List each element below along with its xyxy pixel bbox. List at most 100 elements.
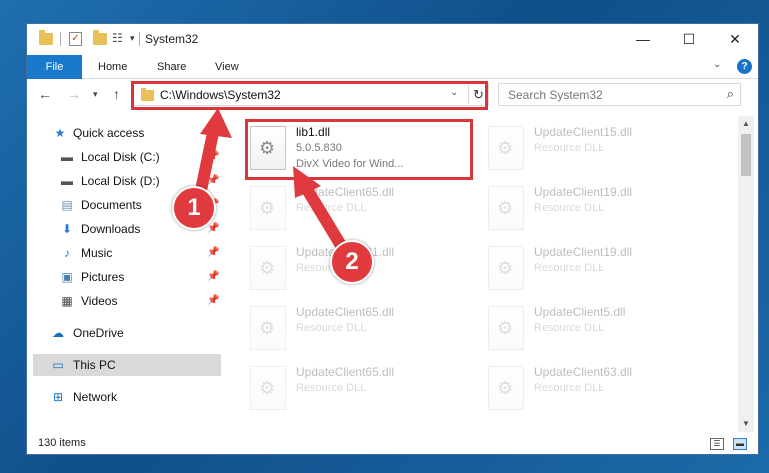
sidebar-item-quick-access[interactable]: ★ Quick access <box>27 122 222 144</box>
help-icon[interactable]: ? <box>737 59 752 74</box>
sidebar-item-network[interactable]: ⊞ Network <box>27 386 222 408</box>
dll-file-icon: ⚙ <box>250 186 286 230</box>
search-placeholder: Search System32 <box>508 88 603 102</box>
file-item[interactable]: ⚙ UpdateClient65.dll Resource DLL <box>246 302 478 362</box>
dll-file-icon: ⚙ <box>488 246 524 290</box>
properties-check-icon[interactable]: ✓ <box>69 32 82 46</box>
search-icon[interactable]: ⌕ <box>727 86 734 102</box>
pin-icon[interactable]: 📌 <box>207 242 219 264</box>
sidebar-item-label: Network <box>73 390 118 404</box>
title-bar: ✓ ☷ ▾ System32 — ☐ ✕ <box>27 24 758 55</box>
tab-view[interactable]: View <box>215 55 239 79</box>
dll-file-icon: ⚙ <box>488 306 524 350</box>
sidebar-item-local-disk-c[interactable]: ▬ Local Disk (C:) 📌 <box>27 146 222 168</box>
dll-file-icon: ⚙ <box>488 366 524 410</box>
item-count: 130 items <box>38 437 86 449</box>
file-item[interactable]: ⚙ UpdateClient15.dll Resource DLL <box>484 122 716 182</box>
gear-icon: ⚙ <box>497 138 514 158</box>
gear-icon: ⚙ <box>497 198 514 218</box>
file-type: Resource DLL <box>296 382 367 394</box>
file-type: Resource DLL <box>534 322 605 334</box>
file-name: UpdateClient19.dll <box>534 185 633 199</box>
file-name: UpdateClient5.dll <box>534 305 626 319</box>
video-icon: ▦ <box>61 294 73 308</box>
sidebar-item-onedrive[interactable]: ☁ OneDrive <box>27 322 222 344</box>
tab-share[interactable]: Share <box>157 55 186 79</box>
vertical-scrollbar[interactable]: ▲ ▼ <box>738 116 754 432</box>
recent-locations-chevron-icon[interactable]: ▾ <box>93 89 98 100</box>
sidebar-item-this-pc[interactable]: ▭ This PC <box>33 354 221 376</box>
toolbar-separator <box>139 32 140 46</box>
file-item[interactable]: ⚙ UpdateClient65.dll Resource DLL <box>246 362 478 422</box>
pin-icon[interactable]: 📌 <box>207 290 219 312</box>
scroll-down-arrow-icon[interactable]: ▼ <box>738 416 754 432</box>
folder-icon <box>39 30 53 45</box>
up-arrow-icon[interactable]: ↑ <box>113 86 120 102</box>
step-1-badge: 1 <box>172 186 216 230</box>
large-icons-view-icon[interactable]: ▬ <box>733 438 747 450</box>
navigation-pane: ★ Quick access ▬ Local Disk (C:) 📌 ▬ Loc… <box>27 116 222 432</box>
star-icon: ★ <box>54 126 66 140</box>
pin-icon[interactable]: 📌 <box>207 146 219 168</box>
maximize-button[interactable]: ☐ <box>666 24 712 55</box>
sidebar-item-label: Quick access <box>73 126 145 140</box>
sidebar-item-videos[interactable]: ▦ Videos 📌 <box>27 290 222 312</box>
pin-icon[interactable]: 📌 <box>207 170 219 192</box>
toolbar-separator <box>60 32 61 46</box>
status-bar: 130 items ☰ ▬ <box>27 433 758 454</box>
sidebar-item-music[interactable]: ♪ Music 📌 <box>27 242 222 264</box>
drive-icon: ▬ <box>61 174 73 188</box>
gear-icon: ⚙ <box>259 198 276 218</box>
drive-icon: ▬ <box>61 150 73 164</box>
file-name: UpdateClient19.dll <box>534 245 633 259</box>
file-type: Resource DLL <box>534 382 605 394</box>
dll-file-icon: ⚙ <box>250 306 286 350</box>
tab-file[interactable]: File <box>27 55 82 79</box>
file-name: UpdateClient15.dll <box>534 125 633 139</box>
file-name: UpdateClient65.dll <box>296 185 395 199</box>
dll-file-icon: ⚙ <box>488 126 524 170</box>
minimize-button[interactable]: — <box>620 24 666 55</box>
customize-toolbar-chevron-icon[interactable]: ▾ <box>130 33 135 44</box>
sidebar-item-label: Videos <box>81 294 118 308</box>
close-button[interactable]: ✕ <box>712 24 758 55</box>
sidebar-item-label: Music <box>81 246 113 260</box>
pin-icon[interactable]: 📌 <box>207 266 219 288</box>
sidebar-item-label: Local Disk (C:) <box>81 150 160 164</box>
file-item[interactable]: ⚙ UpdateClient19.dll Resource DLL <box>484 242 716 302</box>
back-arrow-icon[interactable]: ← <box>38 86 52 102</box>
file-name: UpdateClient65.dll <box>296 305 395 319</box>
tab-home[interactable]: Home <box>98 55 127 79</box>
file-item[interactable]: ⚙ UpdateClient65.dll Resource DLL <box>246 182 478 242</box>
network-icon: ⊞ <box>52 390 64 404</box>
download-icon: ⬇ <box>61 222 73 236</box>
scroll-thumb[interactable] <box>741 134 751 176</box>
file-highlight <box>245 119 473 180</box>
gear-icon: ⚙ <box>259 378 276 398</box>
details-view-icon[interactable]: ☰ <box>710 438 724 450</box>
sidebar-item-label: OneDrive <box>73 326 124 340</box>
music-icon: ♪ <box>64 246 70 260</box>
forward-arrow-icon[interactable]: → <box>67 86 81 102</box>
file-name: UpdateClient63.dll <box>534 365 633 379</box>
file-item[interactable]: ⚙ UpdateClient63.dll Resource DLL <box>484 362 716 422</box>
new-folder-icon[interactable] <box>93 30 107 45</box>
sidebar-item-label: Documents <box>81 198 142 212</box>
window-title: System32 <box>145 32 199 46</box>
dll-file-icon: ⚙ <box>488 186 524 230</box>
search-input[interactable]: Search System32 ⌕ <box>498 83 741 106</box>
sidebar-item-label: This PC <box>73 358 116 372</box>
scroll-up-arrow-icon[interactable]: ▲ <box>738 116 754 132</box>
file-name: UpdateClient65.dll <box>296 365 395 379</box>
file-type: Resource DLL <box>296 202 367 214</box>
address-bar-highlight <box>131 81 488 110</box>
dll-file-icon: ⚙ <box>250 246 286 290</box>
gear-icon: ⚙ <box>497 258 514 278</box>
file-item[interactable]: ⚙ UpdateClient5.dll Resource DLL <box>484 302 716 362</box>
gear-icon: ⚙ <box>497 378 514 398</box>
properties-list-icon[interactable]: ☷ <box>112 31 128 47</box>
sidebar-item-pictures[interactable]: ▣ Pictures 📌 <box>27 266 222 288</box>
file-item[interactable]: ⚙ UpdateClient19.dll Resource DLL <box>484 182 716 242</box>
picture-icon: ▣ <box>61 270 73 284</box>
expand-ribbon-chevron-icon[interactable]: ⌄ <box>713 59 721 70</box>
